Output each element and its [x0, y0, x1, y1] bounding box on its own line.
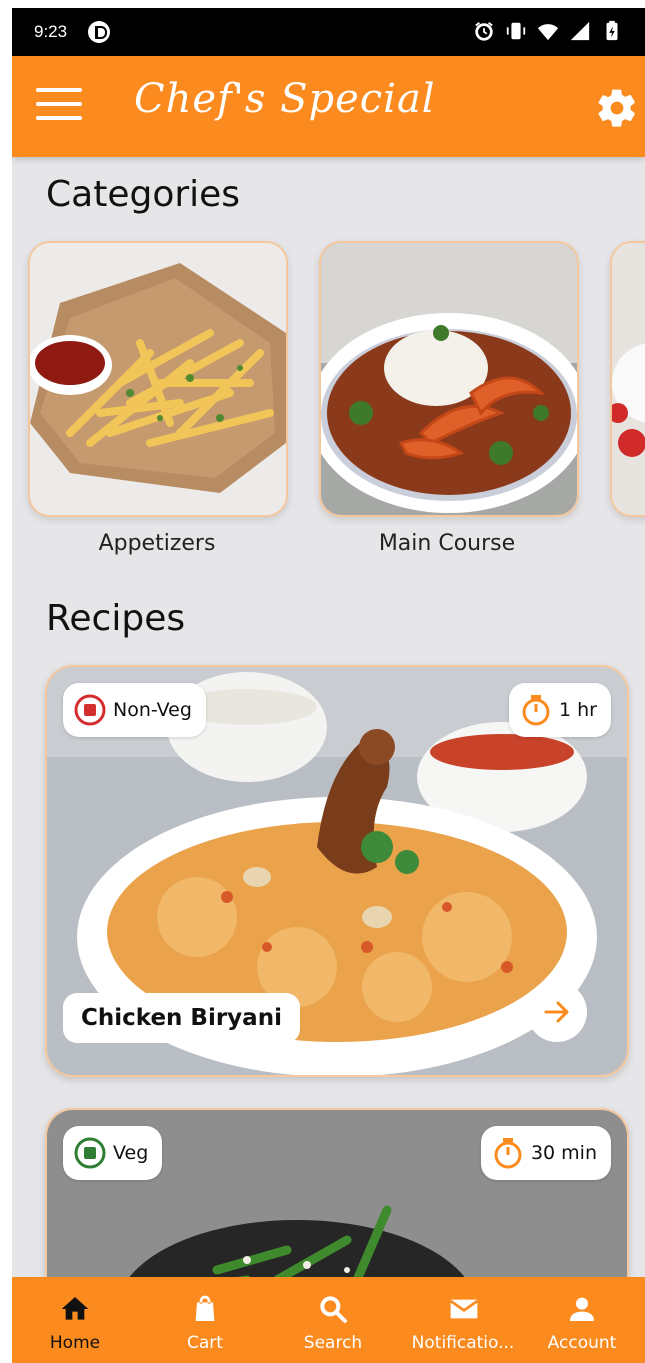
nav-search[interactable]: Search [270, 1277, 396, 1363]
category-card-appetizers[interactable] [28, 241, 288, 517]
nav-label: Account [547, 1333, 617, 1353]
status-time: 9:23 [34, 22, 68, 41]
main-course-image [321, 243, 577, 515]
category-card-partial[interactable] [610, 241, 645, 517]
app-notification-icon [88, 21, 110, 43]
alarm-icon [475, 22, 493, 41]
status-bar: 9:23 [12, 8, 645, 56]
gear-icon[interactable] [595, 86, 639, 130]
recipes-heading: Recipes [46, 598, 186, 639]
nav-label: Notificatio... [411, 1333, 515, 1353]
time-badge: 1 hr [509, 683, 611, 737]
vibrate-icon [506, 22, 526, 40]
nav-home[interactable]: Home [12, 1277, 138, 1363]
hamburger-menu-icon[interactable] [36, 88, 82, 122]
wifi-icon [537, 24, 559, 41]
account-icon [570, 1297, 594, 1321]
nav-label: Cart [187, 1333, 223, 1353]
diet-badge: Veg [63, 1126, 163, 1180]
home-icon [61, 1297, 89, 1320]
category-label: Appetizers [98, 531, 216, 556]
bottom-navigation: Home Cart Search Notificatio... Account [12, 1277, 645, 1363]
status-icons [473, 20, 623, 42]
dessert-image [612, 243, 645, 515]
signal-icon [570, 21, 590, 41]
veg-icon [74, 1137, 106, 1169]
nav-cart[interactable]: Cart [142, 1277, 268, 1363]
open-recipe-button[interactable] [527, 982, 587, 1042]
app-screen: 9:23 Chef's Special Categories Appetizer… [12, 8, 645, 1363]
shopping-bag-icon [195, 1295, 215, 1321]
app-title: Chef's Special [134, 76, 436, 122]
category-label: Main Course [378, 531, 516, 556]
arrow-right-icon [544, 1001, 569, 1023]
timer-icon [522, 695, 550, 726]
non-veg-icon [74, 694, 106, 726]
diet-label: Non-Veg [113, 699, 192, 721]
recipe-card-chicken-biryani[interactable]: Non-Veg 1 hr Chicken Biryani [45, 665, 629, 1077]
categories-heading: Categories [46, 174, 241, 215]
category-card-main-course[interactable] [319, 241, 579, 517]
nav-label: Search [303, 1333, 363, 1353]
diet-label: Veg [113, 1142, 149, 1164]
app-bar: Chef's Special [12, 56, 645, 157]
timer-icon [494, 1138, 522, 1169]
time-label: 30 min [530, 1142, 597, 1164]
nav-notifications[interactable]: Notificatio... [400, 1277, 526, 1363]
time-badge: 30 min [480, 1126, 611, 1180]
diet-badge: Non-Veg [63, 683, 206, 737]
recipe-name: Chicken Biryani [63, 993, 300, 1043]
battery-icon [606, 20, 618, 41]
mail-icon [449, 1299, 479, 1319]
nav-label: Home [49, 1333, 101, 1353]
search-icon [320, 1296, 347, 1323]
time-label: 1 hr [559, 699, 597, 721]
nav-account[interactable]: Account [519, 1277, 645, 1363]
appetizers-image [30, 243, 286, 515]
